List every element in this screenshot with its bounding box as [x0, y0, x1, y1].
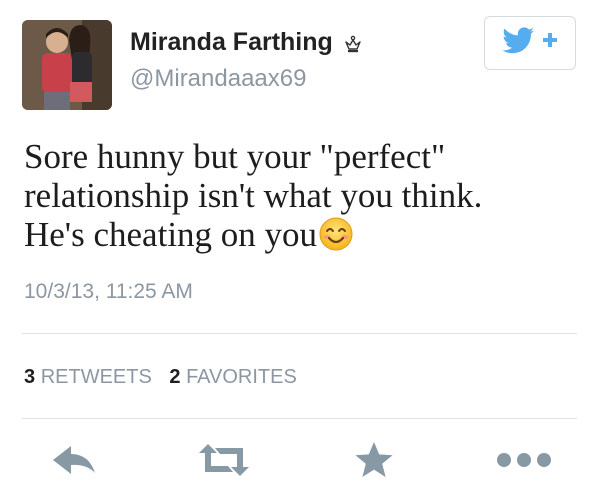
favorite-button[interactable]: [346, 438, 402, 486]
avatar-photo: [22, 20, 112, 110]
tweet-text: Sore hunny but your "perfect" relationsh…: [24, 137, 584, 254]
smiling-face-emoji: [318, 216, 354, 252]
star-icon: [354, 441, 394, 484]
crown-icon: [343, 33, 363, 53]
tweet-actions: [0, 438, 599, 486]
tweet-text-line: Sore hunny but your "perfect": [24, 137, 446, 176]
favorites-label: FAVORITES: [186, 366, 297, 388]
tweet-text-line: relationship isn't what you think.: [24, 176, 483, 215]
retweets-stat[interactable]: 3 RETWEETS: [24, 366, 152, 389]
retweet-button[interactable]: [196, 438, 252, 486]
retweets-count: 3: [24, 366, 36, 388]
reply-button[interactable]: [46, 438, 102, 486]
favorites-stat[interactable]: 2 FAVORITES: [169, 366, 296, 389]
favorites-count: 2: [169, 366, 181, 388]
tweet-timestamp[interactable]: 10/3/13, 11:25 AM: [24, 280, 193, 304]
retweets-label: RETWEETS: [40, 366, 152, 388]
user-handle[interactable]: @Mirandaaax69: [130, 65, 306, 93]
tweet-text-line-with-emoji: He's cheating on you: [24, 215, 584, 254]
more-dots-icon: [496, 452, 552, 473]
user-name[interactable]: Miranda Farthing: [130, 28, 363, 57]
tweet-text-line: He's cheating on you: [24, 215, 318, 254]
follow-button[interactable]: [484, 16, 576, 70]
tweet-stats: 3 RETWEETS 2 FAVORITES: [24, 366, 309, 389]
divider: [22, 333, 577, 334]
twitter-bird-plus-icon: [500, 25, 560, 62]
retweet-icon: [196, 443, 252, 482]
divider: [22, 418, 577, 419]
more-button[interactable]: [496, 438, 552, 486]
reply-icon: [51, 443, 97, 482]
user-name-text: Miranda Farthing: [130, 28, 333, 56]
avatar[interactable]: [22, 20, 112, 110]
